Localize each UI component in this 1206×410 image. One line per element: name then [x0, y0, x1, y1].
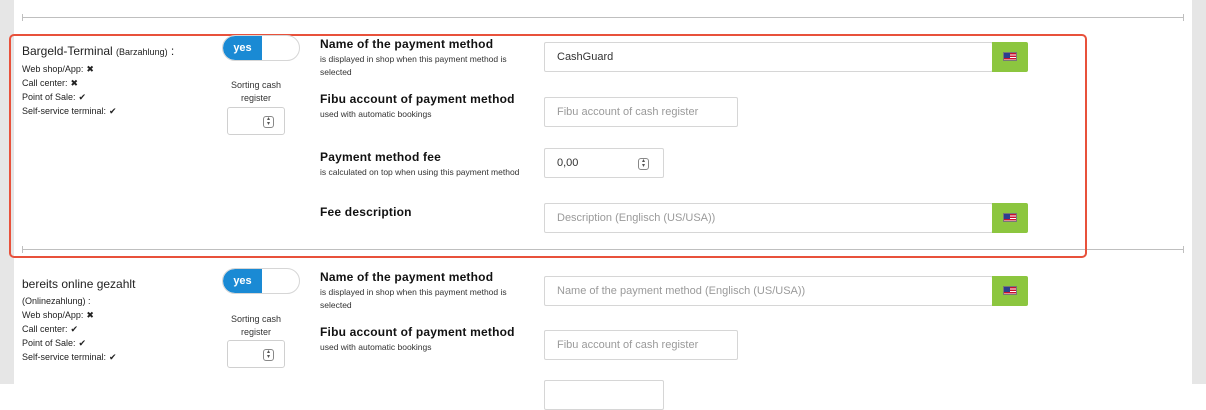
payment-method-name: bereits online gezahlt	[22, 277, 136, 291]
fibu-desc: used with automatic bookings	[320, 109, 432, 119]
payment-name-input[interactable]: Name of the payment method (Englisch (US…	[544, 276, 993, 306]
availability-web-shop: Web shop/App: ✖	[22, 64, 94, 74]
sorting-input[interactable]: ▴ ▾	[227, 107, 285, 135]
toggle-yes-label: yes	[223, 269, 262, 293]
checkmark-icon: ✔	[109, 106, 117, 116]
us-flag-icon	[1003, 52, 1017, 61]
name-desc: is displayed in shop when this payment m…	[320, 54, 507, 77]
fibu-input[interactable]: Fibu account of cash register	[544, 330, 738, 360]
name-label-block: Name of the payment method is displayed …	[320, 269, 530, 312]
spinner-icon[interactable]: ▴ ▾	[263, 349, 274, 361]
name-desc: is displayed in shop when this payment m…	[320, 287, 507, 310]
payment-method-info: bereits online gezahlt (Onlinezahlung) :…	[22, 276, 212, 364]
spinner-icon[interactable]: ▴ ▾	[638, 158, 649, 170]
fee-input[interactable]: 0,00 ▴ ▾	[544, 148, 664, 178]
availability-call-center: Call center: ✔	[22, 324, 79, 334]
fibu-desc: used with automatic bookings	[320, 342, 432, 352]
active-toggle[interactable]: yes	[222, 35, 300, 61]
us-flag-icon	[1003, 286, 1017, 295]
fee-desc: is calculated on top when using this pay…	[320, 167, 520, 177]
payment-name-input[interactable]: CashGuard	[544, 42, 993, 72]
sorting-label: Sorting cash register	[230, 314, 282, 337]
checkmark-icon: ✔	[78, 338, 87, 348]
payment-method-info: Bargeld-Terminal (Barzahlung) : Web shop…	[22, 43, 212, 118]
active-toggle[interactable]: yes	[222, 268, 300, 294]
x-mark-icon: ✖	[70, 78, 79, 88]
fibu-title: Fibu account of payment method	[320, 325, 515, 339]
name-title: Name of the payment method	[320, 270, 494, 284]
availability-point-of-sale: Point of Sale: ✔	[22, 338, 87, 348]
name-title: Name of the payment method	[320, 37, 494, 51]
availability-point-of-sale: Point of Sale: ✔	[22, 92, 87, 102]
fibu-title: Fibu account of payment method	[320, 92, 515, 106]
checkmark-icon: ✔	[70, 324, 79, 334]
language-button[interactable]	[992, 42, 1028, 72]
fibu-input[interactable]: Fibu account of cash register	[544, 97, 738, 127]
checkmark-icon: ✔	[109, 352, 117, 362]
name-label-block: Name of the payment method is displayed …	[320, 36, 530, 79]
fee-title: Payment method fee	[320, 150, 441, 164]
availability-web-shop: Web shop/App: ✖	[22, 310, 94, 320]
payment-method-type: (Onlinezahlung) :	[22, 296, 91, 306]
divider-top	[22, 14, 1184, 21]
spinner-icon[interactable]: ▴ ▾	[263, 116, 274, 128]
availability-self-service: Self-service terminal: ✔	[22, 352, 117, 362]
fibu-label-block: Fibu account of payment method used with…	[320, 324, 530, 354]
fee-description-label-block: Fee description	[320, 204, 530, 221]
x-mark-icon: ✖	[86, 64, 94, 74]
fee-description-input[interactable]: Description (Englisch (US/USA))	[544, 203, 993, 233]
checkmark-icon: ✔	[78, 92, 87, 102]
sorting-input[interactable]: ▴ ▾	[227, 340, 285, 368]
us-flag-icon	[1003, 213, 1017, 222]
fibu-label-block: Fibu account of payment method used with…	[320, 91, 530, 121]
language-button[interactable]	[992, 203, 1028, 233]
availability-call-center: Call center: ✖	[22, 78, 79, 88]
availability-self-service: Self-service terminal: ✔	[22, 106, 117, 116]
toggle-yes-label: yes	[223, 36, 262, 60]
fee-input[interactable]	[544, 380, 664, 410]
payment-method-name: Bargeld-Terminal (Barzahlung) :	[22, 44, 175, 58]
language-button[interactable]	[992, 276, 1028, 306]
right-frame	[1192, 0, 1206, 384]
fee-label-block: Payment method fee is calculated on top …	[320, 149, 530, 179]
fee-description-title: Fee description	[320, 205, 412, 219]
x-mark-icon: ✖	[86, 310, 94, 320]
sorting-label: Sorting cash register	[230, 80, 282, 103]
